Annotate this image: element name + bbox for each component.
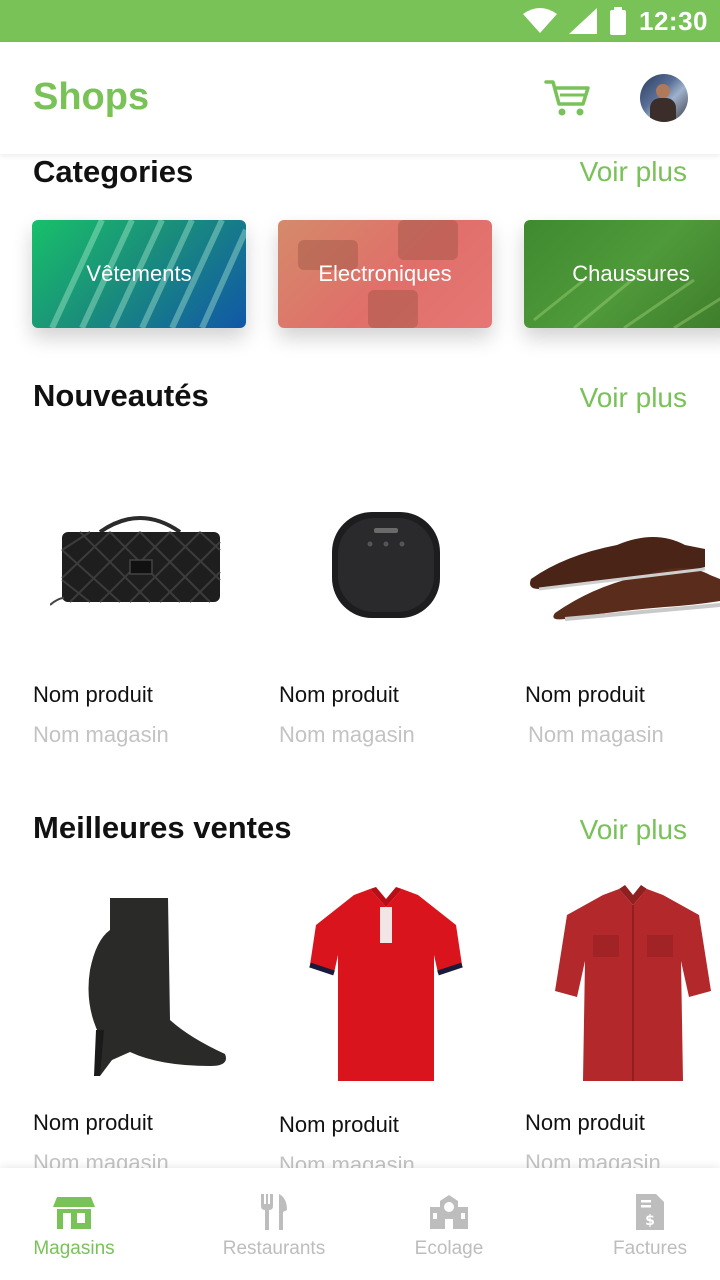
handbag-image bbox=[50, 516, 221, 606]
user-avatar[interactable] bbox=[640, 74, 688, 122]
product-name: Nom produit bbox=[525, 682, 645, 707]
cart-button[interactable] bbox=[544, 78, 592, 118]
battery-icon bbox=[610, 7, 626, 35]
best-sellers-title: Meilleures ventes bbox=[33, 810, 292, 845]
product-image bbox=[279, 450, 493, 680]
category-card-shoes[interactable]: Chaussures bbox=[524, 220, 720, 328]
new-arrivals-see-more-link[interactable]: Voir plus bbox=[580, 382, 687, 414]
product-card[interactable]: Nom produit Nom magasin bbox=[279, 880, 493, 1168]
cellular-signal-icon bbox=[569, 8, 597, 34]
nav-label: Restaurants bbox=[222, 1238, 326, 1259]
avatar-head-shape bbox=[656, 84, 670, 98]
product-name: Nom produit bbox=[279, 1112, 399, 1137]
product-shop: Nom magasin bbox=[33, 1150, 169, 1168]
product-card[interactable]: Nom produit Nom magasin bbox=[33, 450, 247, 750]
fork-knife-icon bbox=[259, 1194, 289, 1230]
shirt-image bbox=[555, 885, 711, 1081]
nav-item-restaurants[interactable]: Restaurants bbox=[212, 1168, 336, 1280]
invoice-icon: $ bbox=[636, 1194, 664, 1230]
nav-label: Magasins bbox=[33, 1238, 115, 1259]
product-image bbox=[279, 880, 493, 1090]
product-shop: Nom magasin bbox=[33, 722, 169, 747]
product-card[interactable]: Nom produit Nom magasin bbox=[279, 450, 493, 750]
school-icon bbox=[428, 1194, 470, 1230]
polo-shirt-image bbox=[309, 887, 463, 1081]
bottom-navigation: Magasins Restaurants Ecolage $ Factures bbox=[0, 1168, 720, 1280]
cart-icon bbox=[544, 80, 590, 116]
nav-item-ecolage[interactable]: Ecolage bbox=[400, 1168, 498, 1280]
category-label: Vêtements bbox=[86, 261, 192, 286]
store-icon bbox=[53, 1194, 95, 1230]
nav-label: Ecolage bbox=[414, 1238, 484, 1259]
product-image bbox=[33, 880, 247, 1090]
product-shop: Nom magasin bbox=[279, 1152, 415, 1168]
wifi-icon bbox=[523, 8, 557, 33]
status-time: 12:30 bbox=[639, 5, 708, 36]
product-name: Nom produit bbox=[525, 1110, 645, 1135]
category-label: Electroniques bbox=[318, 261, 452, 286]
best-sellers-see-more-link[interactable]: Voir plus bbox=[580, 814, 687, 846]
nav-item-magasins[interactable]: Magasins bbox=[22, 1168, 126, 1280]
product-card[interactable]: Nom produit Nom magasin bbox=[33, 880, 247, 1168]
speaker-image bbox=[332, 512, 440, 618]
product-image bbox=[525, 450, 720, 680]
status-bar: 12:30 bbox=[0, 0, 720, 42]
categories-title: Categories bbox=[33, 154, 194, 189]
product-image bbox=[33, 450, 247, 680]
svg-text:$: $ bbox=[645, 1213, 655, 1229]
boot-image bbox=[88, 898, 226, 1076]
product-image bbox=[525, 880, 720, 1090]
product-name: Nom produit bbox=[279, 682, 399, 707]
nav-label: Factures bbox=[613, 1238, 687, 1259]
app-header: Shops bbox=[0, 42, 720, 154]
category-card-clothing[interactable]: Vêtements bbox=[32, 220, 246, 328]
category-label: Chaussures bbox=[572, 261, 690, 286]
product-shop: Nom magasin bbox=[525, 1150, 661, 1168]
product-shop: Nom magasin bbox=[279, 722, 415, 747]
avatar-body-shape bbox=[650, 98, 676, 122]
categories-see-more-link[interactable]: Voir plus bbox=[580, 156, 687, 188]
product-card[interactable]: Nom produit Nom magasin bbox=[525, 450, 720, 750]
product-name: Nom produit bbox=[33, 1110, 153, 1135]
nav-item-factures[interactable]: $ Factures bbox=[598, 1168, 702, 1280]
category-card-electronics[interactable]: Electroniques bbox=[278, 220, 492, 328]
page-title: Shops bbox=[33, 76, 150, 118]
new-arrivals-title: Nouveautés bbox=[33, 378, 209, 413]
shoes-image bbox=[530, 537, 720, 621]
product-name: Nom produit bbox=[33, 682, 153, 707]
product-shop: Nom magasin bbox=[528, 722, 664, 747]
product-card[interactable]: Nom produit Nom magasin bbox=[525, 880, 720, 1168]
main-content[interactable]: Categories Voir plus Vêtements Electroni… bbox=[0, 154, 720, 1168]
